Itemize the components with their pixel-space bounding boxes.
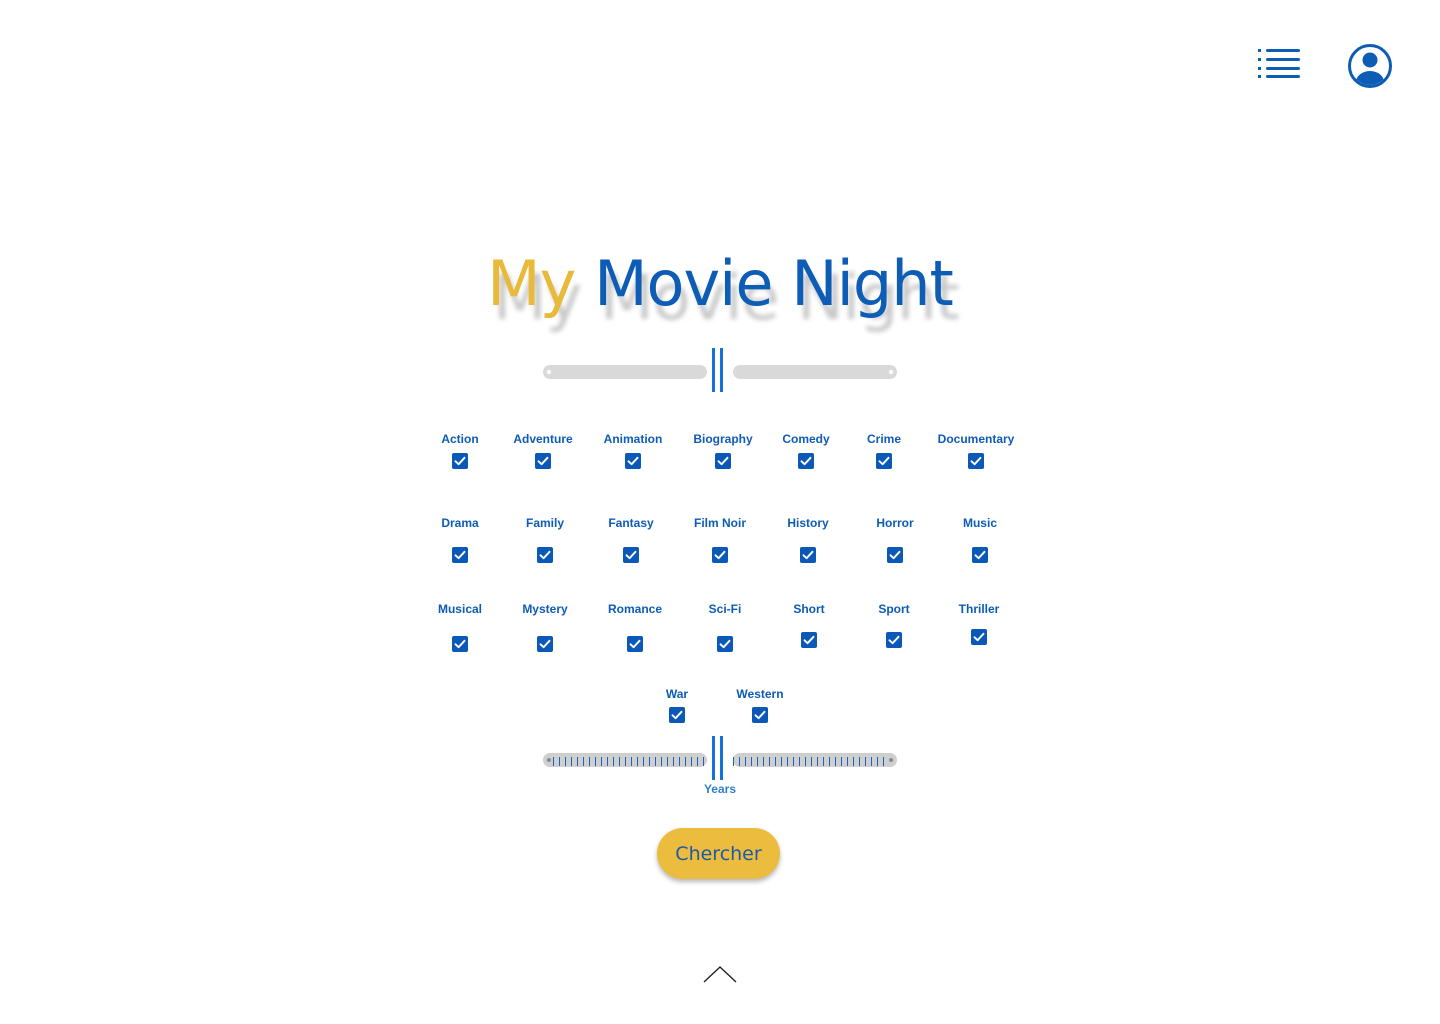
genre-option-documentary[interactable]: Documentary	[921, 432, 1031, 469]
range-slider[interactable]	[543, 348, 897, 396]
title-movie-night: Movie Night	[594, 247, 954, 320]
checkmark-icon	[627, 456, 639, 466]
slider-max-dot	[889, 370, 893, 374]
title-my: My	[487, 247, 576, 320]
genre-checkbox-biography[interactable]	[715, 453, 731, 469]
genre-label: Music	[962, 516, 997, 530]
genre-checkbox-drama[interactable]	[452, 547, 468, 563]
page: My Movie Night Action Adventure Animation B…	[0, 0, 1440, 1024]
genre-option-thriller[interactable]: Thriller	[924, 602, 1034, 645]
genre-checkbox-documentary[interactable]	[968, 453, 984, 469]
years-slider[interactable]	[543, 736, 897, 784]
years-min-dot	[547, 758, 551, 762]
checkmark-icon	[454, 550, 466, 560]
checkmark-icon	[802, 550, 814, 560]
genre-checkbox-animation[interactable]	[625, 453, 641, 469]
years-track-left[interactable]	[543, 753, 707, 767]
genre-checkbox-sport[interactable]	[886, 632, 902, 648]
genre-checkbox-musical[interactable]	[452, 636, 468, 652]
checkmark-icon	[625, 550, 637, 560]
genre-checkbox-war[interactable]	[669, 707, 685, 723]
checkmark-icon	[539, 639, 551, 649]
genre-checkbox-sci-fi[interactable]	[717, 636, 733, 652]
genre-option-western[interactable]: Western	[705, 687, 815, 723]
genre-option-music[interactable]: Music	[925, 516, 1035, 563]
checkmark-icon	[454, 639, 466, 649]
checkmark-icon	[878, 456, 890, 466]
genre-checkbox-crime[interactable]	[876, 453, 892, 469]
checkmark-icon	[800, 456, 812, 466]
genre-label: Documentary	[937, 432, 1015, 446]
genre-checkbox-horror[interactable]	[887, 547, 903, 563]
genre-label: Western	[736, 687, 784, 701]
years-label: Years	[703, 782, 737, 796]
genre-checkbox-adventure[interactable]	[535, 453, 551, 469]
genre-checkbox-action[interactable]	[452, 453, 468, 469]
slider-track-right[interactable]	[733, 365, 897, 379]
checkmark-icon	[714, 550, 726, 560]
checkmark-icon	[970, 456, 982, 466]
checkmark-icon	[717, 456, 729, 466]
chevron-up-icon[interactable]	[703, 964, 737, 984]
genre-checkbox-romance[interactable]	[627, 636, 643, 652]
checkmark-icon	[719, 639, 731, 649]
years-slider-handle[interactable]	[712, 736, 726, 780]
genre-checkbox-western[interactable]	[752, 707, 768, 723]
genre-checkbox-comedy[interactable]	[798, 453, 814, 469]
checkmark-icon	[974, 550, 986, 560]
search-button[interactable]: Chercher	[657, 828, 780, 879]
slider-min-dot	[547, 370, 551, 374]
checkmark-icon	[537, 456, 549, 466]
checkmark-icon	[754, 710, 766, 720]
genre-checkbox-short[interactable]	[801, 632, 817, 648]
years-max-dot	[889, 758, 893, 762]
genre-checkbox-family[interactable]	[537, 547, 553, 563]
genre-checkbox-film-noir[interactable]	[712, 547, 728, 563]
checkmark-icon	[454, 456, 466, 466]
genre-checkbox-music[interactable]	[972, 547, 988, 563]
checkmark-icon	[889, 550, 901, 560]
genre-checkbox-mystery[interactable]	[537, 636, 553, 652]
checkmark-icon	[671, 710, 683, 720]
slider-handle[interactable]	[712, 348, 726, 392]
page-title: My Movie Night	[0, 246, 1440, 322]
genre-checkbox-history[interactable]	[800, 547, 816, 563]
checkmark-icon	[973, 632, 985, 642]
slider-track-left[interactable]	[543, 365, 707, 379]
user-circle-icon[interactable]	[1347, 43, 1393, 89]
genre-label: Thriller	[958, 602, 1000, 616]
years-track-right[interactable]	[733, 753, 897, 767]
list-menu-icon[interactable]	[1258, 48, 1302, 80]
genre-checkbox-fantasy[interactable]	[623, 547, 639, 563]
checkmark-icon	[803, 635, 815, 645]
genre-checkbox-thriller[interactable]	[971, 629, 987, 645]
checkmark-icon	[888, 635, 900, 645]
checkmark-icon	[629, 639, 641, 649]
checkmark-icon	[539, 550, 551, 560]
